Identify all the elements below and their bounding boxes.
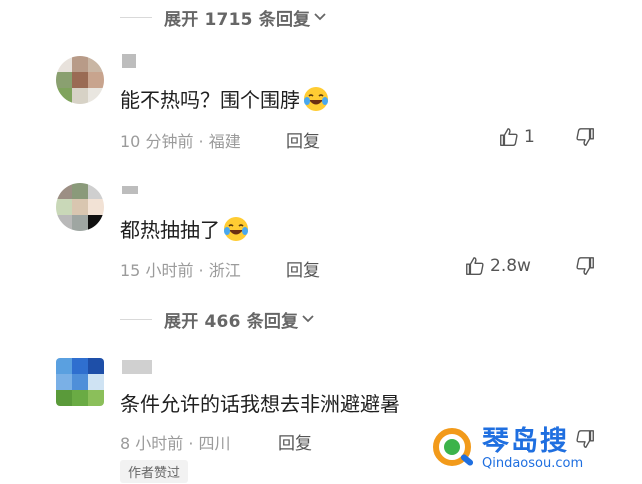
- comment-body: 都热抽抽了: [120, 218, 220, 242]
- expand-replies-top[interactable]: 展开 1715 条回复: [120, 4, 328, 30]
- like-button[interactable]: 1: [498, 126, 535, 148]
- comment-body: 能不热吗？围个围脖: [120, 88, 300, 112]
- reply-button[interactable]: 回复: [278, 429, 312, 454]
- comment-meta: 8 小时前 · 四川: [120, 434, 231, 453]
- reply-button[interactable]: 回复: [286, 256, 320, 281]
- comment-meta: 15 小时前 · 浙江: [120, 261, 241, 280]
- watermark: 琴岛搜 Qindaosou.com: [430, 425, 583, 473]
- thumbs-down-icon[interactable]: [574, 126, 596, 148]
- thumbs-up-icon: [466, 257, 484, 275]
- like-count: 1: [524, 127, 535, 147]
- chevron-down-icon: [302, 315, 314, 323]
- username-blurred[interactable]: [122, 54, 136, 68]
- reply-button[interactable]: 回复: [286, 127, 320, 152]
- expand-replies-label: 展开 1715 条回复: [164, 9, 311, 30]
- thumbs-down-icon[interactable]: [574, 255, 596, 277]
- avatar[interactable]: [56, 358, 104, 406]
- author-liked-badge: 作者赞过: [120, 460, 189, 483]
- laughing-tears-emoji-icon: [224, 216, 248, 241]
- divider: [120, 16, 152, 18]
- avatar[interactable]: [56, 183, 104, 231]
- expand-replies-label: 展开 466 条回复: [164, 311, 299, 332]
- comment-body: 条件允许的话我想去非洲避避暑: [120, 392, 400, 416]
- watermark-logo-icon: [433, 428, 474, 466]
- watermark-domain: Qindaosou.com: [482, 456, 584, 471]
- username-blurred[interactable]: [122, 186, 138, 194]
- like-count: 2.8w: [490, 256, 531, 276]
- comment-text: 能不热吗？围个围脖: [120, 84, 330, 113]
- comment-text: 条件允许的话我想去非洲避避暑: [120, 388, 400, 417]
- chevron-down-icon: [314, 13, 326, 21]
- thumbs-up-icon: [500, 128, 518, 146]
- like-button[interactable]: 2.8w: [464, 255, 531, 277]
- watermark-title: 琴岛搜: [482, 426, 569, 457]
- username-blurred[interactable]: [122, 360, 152, 374]
- comment-meta: 10 分钟前 · 福建: [120, 132, 241, 151]
- avatar[interactable]: [56, 56, 104, 104]
- comment-text: 都热抽抽了: [120, 214, 250, 243]
- laughing-tears-emoji-icon: [304, 86, 328, 111]
- expand-replies-mid[interactable]: 展开 466 条回复: [120, 306, 316, 332]
- divider: [120, 318, 152, 320]
